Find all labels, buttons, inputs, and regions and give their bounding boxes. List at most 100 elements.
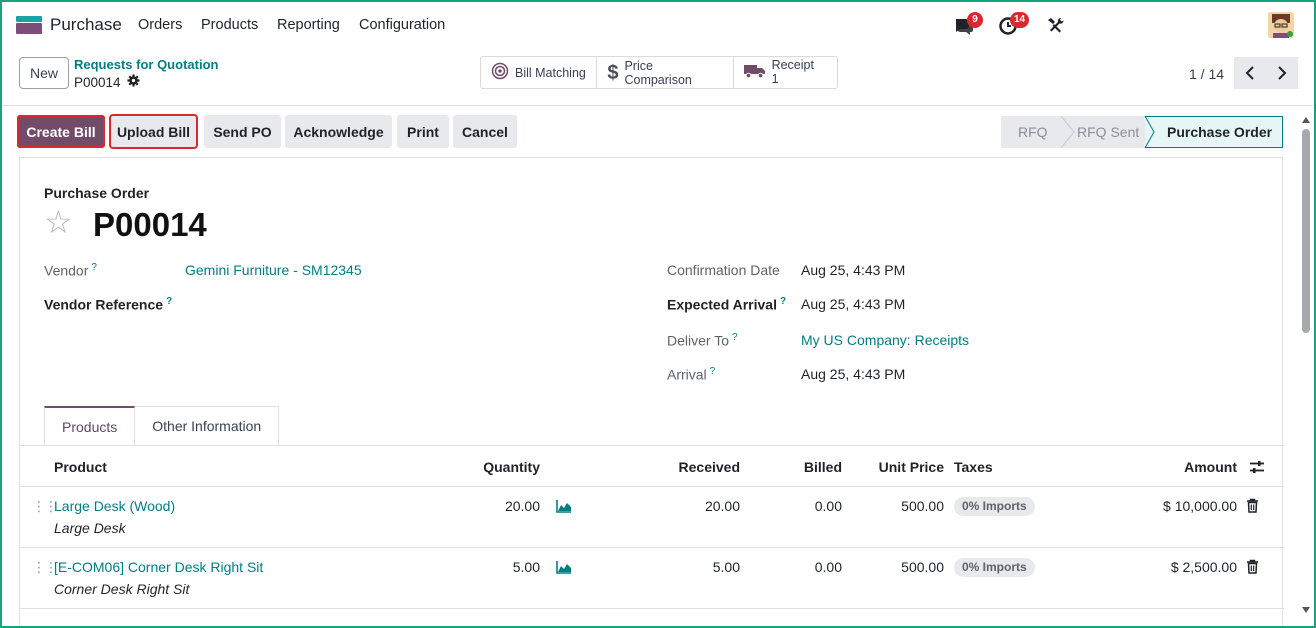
row-amount: $ 10,000.00 bbox=[1163, 498, 1237, 514]
gear-icon[interactable] bbox=[127, 74, 140, 90]
drag-handle-icon[interactable]: ⋮⋮ bbox=[32, 498, 58, 515]
vendor-label: Vendor? bbox=[44, 262, 97, 279]
header-taxes[interactable]: Taxes bbox=[954, 459, 993, 475]
price-comparison-button[interactable]: $ Price Comparison bbox=[597, 57, 734, 88]
vendor-reference-label: Vendor Reference? bbox=[44, 296, 173, 313]
dollar-icon: $ bbox=[607, 61, 619, 84]
area-chart-icon[interactable] bbox=[556, 499, 572, 516]
record-name: P00014 bbox=[74, 74, 121, 90]
expected-arrival-value[interactable]: Aug 25, 4:43 PM bbox=[801, 296, 905, 312]
trash-icon[interactable] bbox=[1246, 498, 1259, 516]
tax-badge[interactable]: 0% Imports bbox=[954, 497, 1035, 516]
header-product[interactable]: Product bbox=[54, 459, 107, 475]
cancel-button[interactable]: Cancel bbox=[453, 115, 517, 148]
receipt-button[interactable]: Receipt 1 bbox=[734, 57, 837, 88]
record-name-wrap: P00014 bbox=[74, 74, 140, 90]
stage-separator bbox=[1060, 116, 1075, 148]
price-comparison-label: Price Comparison bbox=[624, 58, 692, 87]
messages-badge: 9 bbox=[967, 12, 983, 28]
header-amount[interactable]: Amount bbox=[1137, 459, 1237, 475]
vendor-field[interactable]: Gemini Furniture - SM12345 bbox=[185, 262, 362, 278]
chevron-right-icon bbox=[1278, 66, 1287, 80]
tab-products[interactable]: Products bbox=[44, 406, 136, 445]
row-divider bbox=[20, 486, 1284, 487]
row-description: Large Desk bbox=[54, 520, 126, 536]
row-quantity[interactable]: 20.00 bbox=[440, 498, 540, 514]
trash-icon[interactable] bbox=[1246, 559, 1259, 577]
row-received[interactable]: 5.00 bbox=[640, 559, 740, 575]
create-bill-button[interactable]: Create Bill bbox=[17, 115, 105, 148]
arrival-value: Aug 25, 4:43 PM bbox=[801, 366, 906, 382]
breadcrumb-rfq[interactable]: Requests for Quotation bbox=[74, 57, 218, 72]
target-icon bbox=[491, 62, 509, 83]
upload-bill-button[interactable]: Upload Bill bbox=[109, 114, 198, 149]
print-button[interactable]: Print bbox=[397, 115, 449, 148]
row-quantity[interactable]: 5.00 bbox=[440, 559, 540, 575]
row-unit-price[interactable]: 500.00 bbox=[844, 559, 944, 575]
star-icon[interactable]: ☆ bbox=[44, 206, 73, 238]
truck-icon bbox=[743, 63, 766, 82]
pager-next-button[interactable] bbox=[1266, 57, 1298, 89]
menu-reporting[interactable]: Reporting bbox=[277, 17, 340, 33]
sliders-icon[interactable] bbox=[1249, 459, 1265, 478]
stage-rfq[interactable]: RFQ bbox=[1001, 116, 1061, 148]
menu-products[interactable]: Products bbox=[201, 17, 258, 33]
help-icon[interactable]: ? bbox=[780, 296, 786, 307]
form-sheet: Purchase Order ☆ P00014 Vendor? Gemini F… bbox=[19, 157, 1284, 628]
acknowledge-button[interactable]: Acknowledge bbox=[285, 115, 392, 148]
area-chart-icon[interactable] bbox=[556, 560, 572, 577]
header-unit-price[interactable]: Unit Price bbox=[844, 459, 944, 475]
row-product[interactable]: [E-COM06] Corner Desk Right Sit bbox=[54, 559, 263, 575]
menu-configuration[interactable]: Configuration bbox=[359, 17, 445, 33]
scroll-up-icon[interactable] bbox=[1302, 117, 1310, 123]
activities-badge: 14 bbox=[1010, 12, 1030, 28]
row-unit-price[interactable]: 500.00 bbox=[844, 498, 944, 514]
stage-separator-active bbox=[1139, 116, 1155, 148]
help-icon[interactable]: ? bbox=[732, 332, 738, 343]
form-title: P00014 bbox=[93, 206, 207, 243]
menu-orders[interactable]: Orders bbox=[138, 17, 182, 33]
send-po-button[interactable]: Send PO bbox=[204, 115, 281, 148]
row-received[interactable]: 20.00 bbox=[640, 498, 740, 514]
page-scrollbar[interactable] bbox=[1300, 113, 1312, 623]
help-icon[interactable]: ? bbox=[710, 366, 716, 377]
receipt-count: 1 bbox=[771, 71, 779, 86]
top-navbar: Purchase Orders Products Reporting Confi… bbox=[0, 0, 1316, 50]
chevron-left-icon bbox=[1245, 66, 1254, 80]
row-description: Corner Desk Right Sit bbox=[54, 581, 190, 597]
tab-other-information[interactable]: Other Information bbox=[135, 406, 280, 445]
pager-previous-button[interactable] bbox=[1234, 57, 1266, 89]
help-icon[interactable]: ? bbox=[91, 262, 97, 273]
header-received[interactable]: Received bbox=[640, 459, 740, 475]
confirmation-date-value[interactable]: Aug 25, 4:43 PM bbox=[801, 262, 905, 278]
tax-badge[interactable]: 0% Imports bbox=[954, 558, 1035, 577]
app-name[interactable]: Purchase bbox=[50, 15, 122, 35]
app-menu-icon[interactable] bbox=[16, 16, 42, 34]
receipt-label: Receipt bbox=[771, 58, 814, 73]
drag-handle-icon[interactable]: ⋮⋮ bbox=[32, 559, 58, 576]
help-icon[interactable]: ? bbox=[166, 296, 172, 307]
control-divider bbox=[0, 105, 1316, 106]
deliver-to-label: Deliver To? bbox=[667, 332, 738, 349]
user-avatar[interactable] bbox=[1268, 12, 1294, 38]
expected-arrival-label: Expected Arrival? bbox=[667, 296, 787, 313]
scroll-thumb[interactable] bbox=[1302, 129, 1310, 333]
scroll-down-icon[interactable] bbox=[1302, 607, 1310, 613]
form-tabs: Products Other Information bbox=[44, 406, 280, 445]
arrival-label: Arrival? bbox=[667, 366, 716, 383]
row-divider bbox=[20, 608, 1284, 609]
deliver-to-field[interactable]: My US Company: Receipts bbox=[801, 332, 969, 348]
tools-icon[interactable] bbox=[1044, 14, 1066, 36]
row-amount: $ 2,500.00 bbox=[1170, 559, 1237, 575]
pager-value: 1 / 14 bbox=[1189, 66, 1225, 82]
row-product[interactable]: Large Desk (Wood) bbox=[54, 498, 175, 514]
bill-matching-button[interactable]: Bill Matching bbox=[481, 57, 598, 88]
new-button[interactable]: New bbox=[19, 57, 69, 89]
form-subtitle: Purchase Order bbox=[44, 185, 150, 201]
row-billed: 0.00 bbox=[814, 498, 842, 514]
header-quantity[interactable]: Quantity bbox=[440, 459, 540, 475]
receipt-text: Receipt 1 bbox=[772, 59, 814, 85]
header-billed[interactable]: Billed bbox=[742, 459, 842, 475]
row-divider bbox=[20, 547, 1284, 548]
stage-purchase-order[interactable]: Purchase Order bbox=[1145, 116, 1283, 148]
